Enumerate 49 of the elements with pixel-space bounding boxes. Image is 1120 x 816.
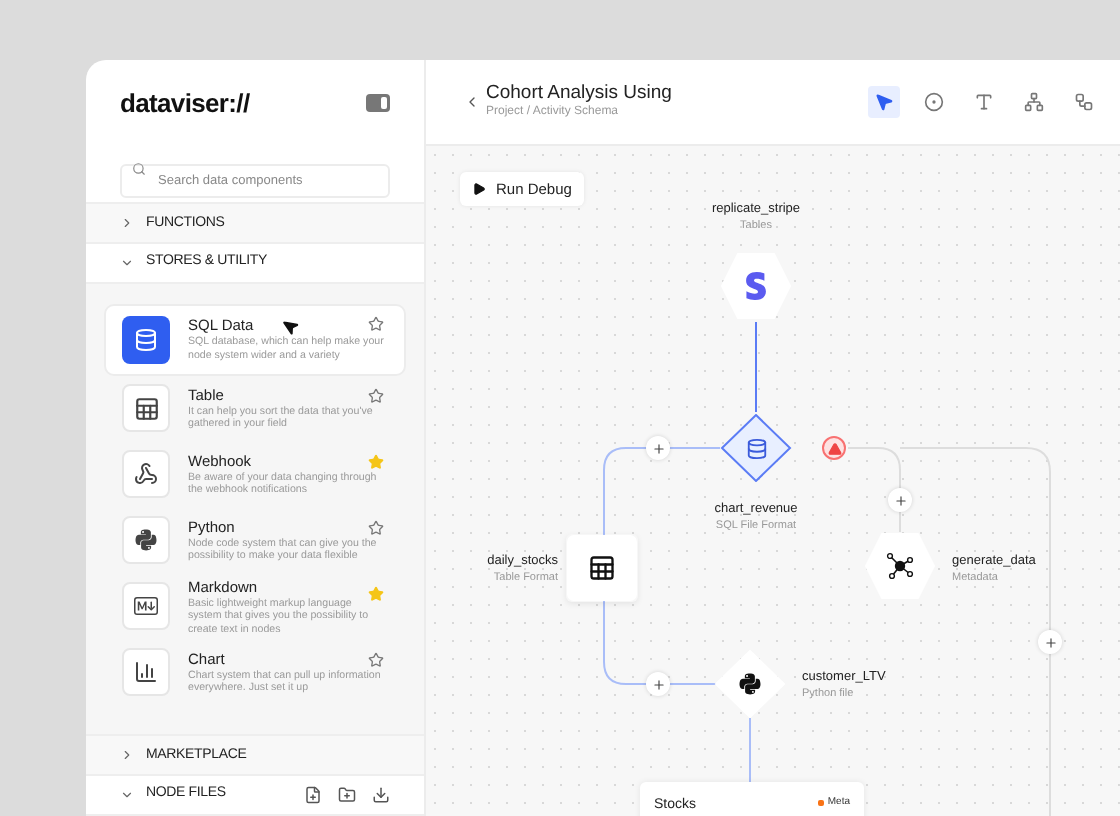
text-icon <box>974 92 994 112</box>
tool-button[interactable] <box>868 86 900 118</box>
markdown-icon <box>134 594 158 619</box>
folder-plus-icon[interactable] <box>338 786 356 805</box>
star-icon[interactable] <box>368 585 384 602</box>
connector-line <box>603 599 717 685</box>
table-icon <box>588 554 616 582</box>
star-icon[interactable] <box>368 519 384 536</box>
plus-icon <box>651 441 665 455</box>
add-node-button[interactable] <box>646 672 670 696</box>
star-icon[interactable] <box>368 387 384 404</box>
connector-line <box>749 717 751 783</box>
node-graph-icon <box>886 552 914 580</box>
search-icon <box>132 161 146 175</box>
webhook-icon <box>134 462 158 487</box>
add-node-button[interactable] <box>646 436 670 460</box>
circle-dot-icon <box>924 92 944 112</box>
plus-icon <box>1043 635 1057 649</box>
workflow-icon <box>1074 92 1094 112</box>
network-icon <box>1024 92 1044 112</box>
page-title: Cohort Analysis Using <box>486 82 672 104</box>
database-icon <box>745 437 767 459</box>
chevron-down-icon <box>120 256 134 271</box>
chevron-down-icon <box>120 788 134 803</box>
flow-node[interactable] <box>720 414 792 482</box>
pointer-icon <box>874 92 894 112</box>
play-icon <box>472 182 486 196</box>
table-icon <box>133 395 159 422</box>
back-icon[interactable] <box>464 94 480 110</box>
star-icon[interactable] <box>368 651 384 668</box>
cursor-icon <box>280 316 302 338</box>
plus-icon <box>893 493 907 507</box>
file-plus-icon[interactable] <box>304 786 322 805</box>
chevron-right-icon <box>120 748 134 763</box>
s-logo-icon <box>744 272 768 300</box>
panel-toggle-icon[interactable] <box>366 94 390 113</box>
python-icon <box>134 528 158 553</box>
app-logo: dataviser:// <box>120 86 250 122</box>
star-icon[interactable] <box>368 315 384 332</box>
add-node-button[interactable] <box>1038 630 1062 654</box>
database-icon <box>134 327 158 352</box>
connector-line <box>755 321 757 413</box>
add-node-button[interactable] <box>888 488 912 512</box>
star-icon[interactable] <box>368 453 384 470</box>
chevron-right-icon <box>120 216 134 231</box>
python-icon <box>738 672 762 696</box>
plus-icon <box>651 677 665 691</box>
bar-chart-icon <box>134 660 158 685</box>
download-icon[interactable] <box>372 786 390 805</box>
